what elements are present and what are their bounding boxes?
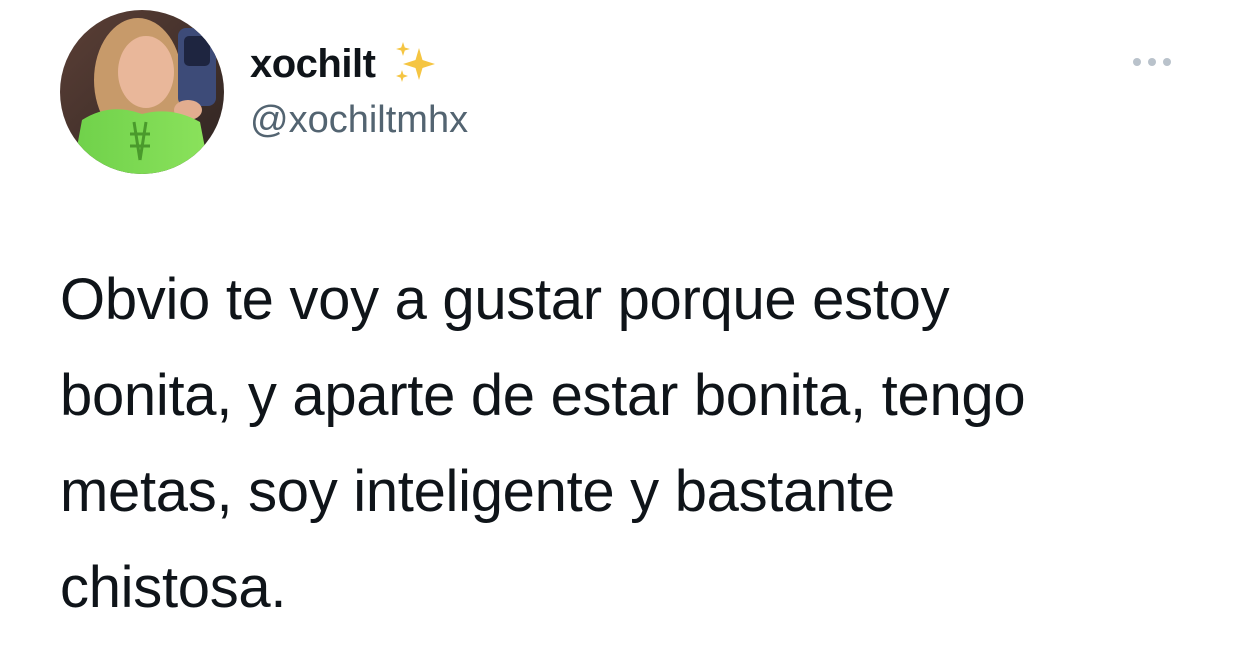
tweet-text-line: Obvio te voy a gustar porque estoy — [60, 267, 950, 332]
profile-photo — [60, 10, 224, 174]
display-name[interactable]: xochilt — [250, 42, 376, 87]
tweet-text-line: bonita, y aparte de estar bonita, tengo — [60, 363, 1026, 428]
dot — [1133, 58, 1141, 66]
dot — [1163, 58, 1171, 66]
tweet-text-line: metas, soy inteligente y bastante — [60, 459, 895, 524]
avatar[interactable] — [60, 10, 224, 174]
tweet: xochilt @xochiltmhx Obvio te voy a gusta… — [0, 0, 1242, 656]
sparkles-icon — [389, 38, 441, 90]
display-name-row: xochilt — [250, 36, 441, 92]
more-options-button[interactable] — [1124, 44, 1180, 80]
tweet-text: Obvio te voy a gustar porque estoy bonit… — [60, 252, 1210, 636]
dot — [1148, 58, 1156, 66]
tweet-text-line: chistosa. — [60, 555, 287, 620]
author-handle[interactable]: @xochiltmhx — [250, 99, 468, 142]
more-horizontal-icon — [1133, 58, 1171, 66]
